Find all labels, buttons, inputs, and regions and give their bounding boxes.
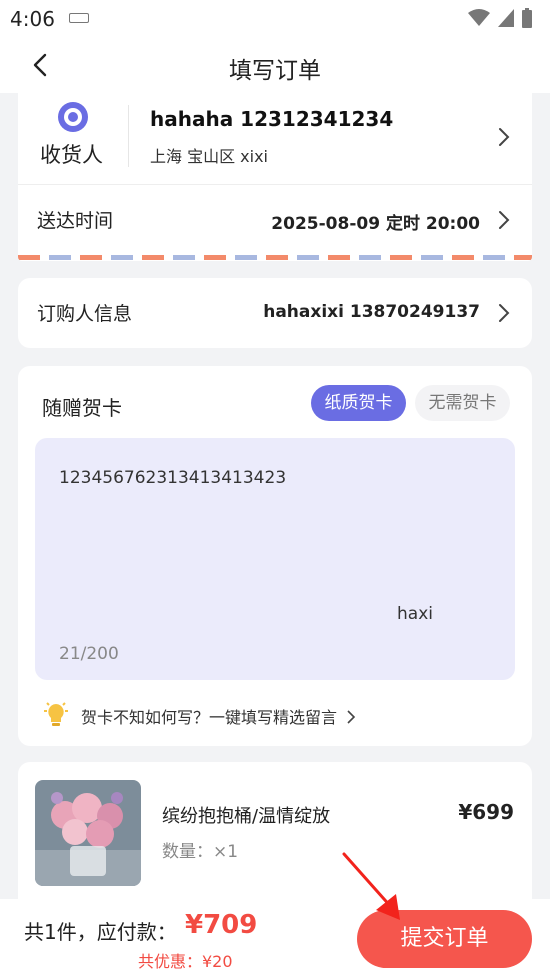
buyer-info-row[interactable]: 订购人信息 hahaxixi 13870249137 [18,278,532,348]
envelope-stripe [18,255,532,260]
product-image[interactable] [35,780,141,886]
message-suggestion-link[interactable]: 贺卡不知如何写？一键填写精选留言 [81,704,356,728]
buyer-info-value: hahaxixi 13870249137 [263,302,480,322]
chevron-right-icon[interactable] [497,210,511,230]
card-signature[interactable]: haxi [397,604,433,624]
consignee-name-phone: hahaha 12312341234 [150,107,394,131]
consignee-label: 收货人 [40,143,103,167]
message-suggestion-text: 贺卡不知如何写？一键填写精选留言 [81,708,338,727]
nav-bar: 填写订单 [0,38,550,93]
product-quantity: 数量：×1 [162,842,239,862]
location-pin-icon [58,102,88,132]
chevron-right-icon [347,710,356,724]
card-message-input[interactable]: 12345676231341341342​3 haxi 21/200 [35,438,515,680]
chevron-right-icon[interactable] [497,127,511,147]
total-amount: ¥709 [185,910,258,940]
divider [128,105,129,167]
greeting-card-section: 随赠贺卡 纸质贺卡 无需贺卡 12345676231341341342​3 ha… [18,366,532,746]
divider [18,184,532,185]
product-name: 缤纷抱抱桶/温情绽放 [162,806,331,827]
product-price: ¥699 [458,800,514,824]
greeting-card-title: 随赠贺卡 [42,396,122,420]
paper-card-option[interactable]: 纸质贺卡 [311,385,406,421]
no-card-option[interactable]: 无需贺卡 [415,385,510,421]
system-icons [468,8,532,28]
discount-text: 共优惠：¥20 [138,952,233,971]
battery-icon [522,8,532,28]
delivery-time-value[interactable]: 2025-08-09 定时 20:00 [271,209,480,234]
signal-icon [498,9,514,27]
address-card[interactable]: 收货人 hahaha 12312341234 上海 宝山区 xixi 送达时间 … [18,93,532,261]
flower-bouquet-image [35,780,141,886]
status-time: 4:06 [10,7,55,31]
lightbulb-icon [44,702,68,726]
status-bar: 4:06 [0,0,550,38]
consignee-address: 上海 宝山区 xixi [150,147,269,166]
bottom-bar: 共1件，应付款： ¥709 共优惠：¥20 提交订单 [0,899,550,979]
page-title: 填写订单 [229,58,321,84]
submit-order-button[interactable]: 提交订单 [357,910,532,968]
total-label: 共1件，应付款： [24,920,177,944]
chevron-right-icon[interactable] [497,303,511,323]
delivery-time-label: 送达时间 [37,210,114,232]
keyboard-icon [69,13,89,23]
wifi-icon [468,9,490,26]
card-message-text: 12345676231341341342​3 [59,468,287,488]
char-count: 21/200 [59,644,119,664]
buyer-info-label: 订购人信息 [37,303,133,325]
